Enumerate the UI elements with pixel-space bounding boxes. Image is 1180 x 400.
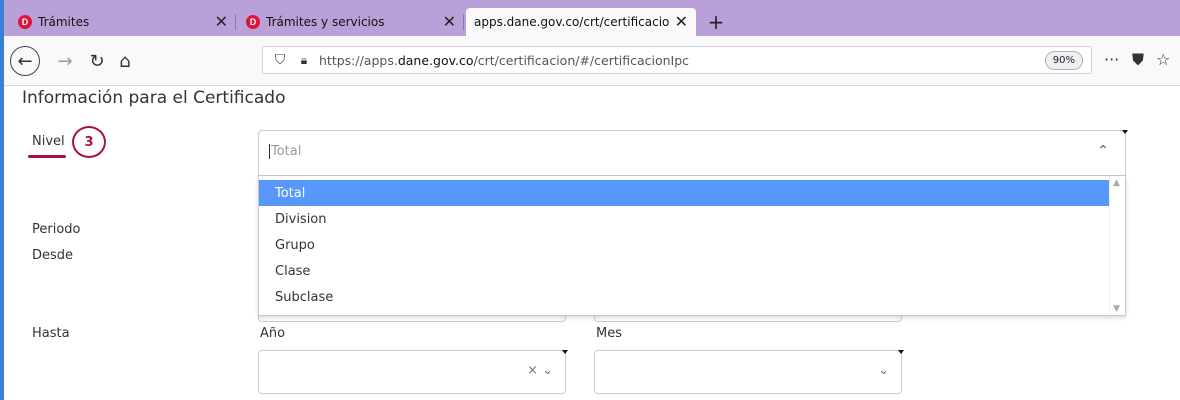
zoom-level-button[interactable]: 90% — [1044, 51, 1083, 70]
shield-icon[interactable]: ⛉ — [269, 52, 291, 68]
clear-icon: × — [527, 363, 538, 378]
ano-label: Año — [260, 326, 286, 341]
chevron-down-icon[interactable]: ⌄ — [878, 363, 889, 378]
chevron-down-icon: ⌄ — [542, 363, 553, 378]
url-domain: dane.gov.co — [397, 52, 474, 68]
url-text: https://apps.dane.gov.co/crt/certificaci… — [319, 52, 690, 68]
tab-label: Trámites y servicios — [266, 15, 385, 29]
option-grupo[interactable]: Grupo — [259, 232, 1109, 258]
page-content: Información para el Certificado Nivel 3 … — [8, 86, 1180, 400]
tab-label: apps.dane.gov.co/crt/certificacion — [474, 15, 669, 29]
nivel-dropdown-list: Total Division Grupo Clase Subclase ▲ ▼ — [258, 176, 1126, 316]
tab-strip: D Trámites ✕ D Trámites y servicios ✕ ap… — [4, 0, 1180, 36]
close-icon[interactable]: ✕ — [443, 14, 456, 30]
dropdown-scrollbar[interactable]: ▲ ▼ — [1109, 176, 1125, 315]
nivel-underline-annotation — [28, 155, 66, 158]
nivel-label: Nivel — [32, 134, 65, 149]
address-bar[interactable]: ⛉ 🔒︎ https://apps.dane.gov.co/crt/certif… — [262, 46, 1092, 74]
resize-marker — [898, 350, 904, 354]
arrow-left-icon: ← — [17, 50, 33, 72]
tab-tramites[interactable]: D Trámites ✕ — [10, 8, 236, 36]
periodo-label: Periodo — [32, 222, 81, 237]
chevron-up-icon[interactable]: ⌃ — [1097, 143, 1109, 159]
option-clase[interactable]: Clase — [259, 258, 1109, 284]
desde-label: Desde — [32, 248, 74, 263]
mes-label: Mes — [596, 326, 622, 341]
hasta-mes-select[interactable]: ⌄ — [594, 350, 902, 394]
home-icon: ⌂ — [119, 50, 131, 72]
forward-button[interactable]: → — [52, 48, 78, 74]
bookmark-star-icon[interactable]: ☆ — [1156, 50, 1170, 69]
scroll-down-icon[interactable]: ▼ — [1113, 304, 1120, 314]
dane-logo-icon: D — [246, 15, 260, 29]
tab-tramites-servicios[interactable]: D Trámites y servicios ✕ — [238, 8, 464, 36]
hasta-label: Hasta — [32, 326, 70, 341]
nivel-select-value[interactable]: Total — [269, 144, 301, 159]
navigation-bar: ← → ↻ ⌂ ⛉ 🔒︎ https://apps.dane.gov.co/cr… — [4, 36, 1180, 86]
page-actions-button[interactable]: ··· — [1104, 50, 1119, 69]
resize-marker — [1122, 130, 1128, 134]
new-tab-button[interactable]: + — [702, 8, 730, 36]
lock-icon[interactable]: 🔒︎ — [295, 53, 313, 68]
scroll-up-icon[interactable]: ▲ — [1113, 178, 1120, 188]
close-icon[interactable]: ✕ — [675, 14, 688, 30]
dane-logo-icon: D — [18, 15, 32, 29]
pocket-icon[interactable]: ⛊ — [1132, 50, 1144, 70]
nivel-select[interactable]: Total ⌃ — [258, 130, 1126, 176]
back-button[interactable]: ← — [10, 46, 40, 76]
home-button[interactable]: ⌂ — [112, 48, 138, 74]
close-icon[interactable]: ✕ — [215, 14, 228, 30]
browser-window: D Trámites ✕ D Trámites y servicios ✕ ap… — [0, 0, 1180, 400]
tab-certificacion[interactable]: apps.dane.gov.co/crt/certificacion ✕ — [466, 8, 696, 36]
arrow-right-icon: → — [57, 50, 73, 72]
hasta-ano-select[interactable]: × ⌄ — [258, 350, 566, 394]
reload-button[interactable]: ↻ — [84, 48, 110, 74]
page-title: Información para el Certificado — [22, 88, 286, 108]
option-total[interactable]: Total — [259, 180, 1109, 206]
reload-icon: ↻ — [89, 50, 105, 72]
step-badge: 3 — [72, 126, 106, 158]
option-division[interactable]: Division — [259, 206, 1109, 232]
hasta-ano-controls[interactable]: × ⌄ — [527, 363, 553, 378]
resize-marker — [562, 350, 568, 354]
option-subclase[interactable]: Subclase — [259, 284, 1109, 310]
tab-label: Trámites — [38, 15, 90, 29]
